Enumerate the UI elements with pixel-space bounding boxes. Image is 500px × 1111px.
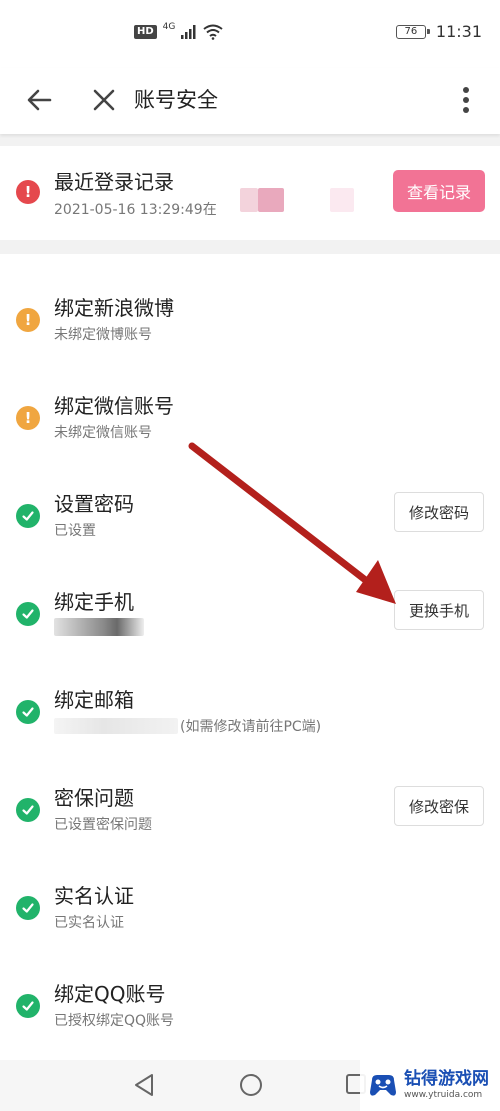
- change-phone-button[interactable]: 更换手机: [394, 590, 484, 630]
- warning-icon: !: [16, 308, 40, 332]
- list-item-phone: 绑定手机 更换手机: [0, 548, 500, 646]
- watermark-text: 钻得游戏网 www.ytruida.com: [404, 1069, 489, 1101]
- watermark-name: 钻得游戏网: [404, 1068, 489, 1089]
- hd-badge: HD: [134, 25, 157, 39]
- item-title: 密保问题: [54, 786, 134, 810]
- alert-icon: !: [16, 180, 40, 204]
- item-title: 绑定QQ账号: [54, 982, 166, 1006]
- battery-icon: 76: [395, 24, 430, 39]
- close-icon: [93, 89, 115, 111]
- list-item-security-question: 密保问题 已设置密保问题 修改密保: [0, 744, 500, 842]
- list-item-wechat[interactable]: ! 绑定微信账号 未绑定微信账号: [0, 352, 500, 450]
- back-button[interactable]: [24, 84, 56, 116]
- list-item-qq: 绑定QQ账号 已授权绑定QQ账号: [0, 940, 500, 1038]
- network-type: 4G: [162, 22, 176, 32]
- redacted-location: [330, 188, 354, 212]
- nav-home-button[interactable]: [238, 1072, 264, 1102]
- circle-home-icon: [240, 1074, 262, 1096]
- redacted-location: [240, 188, 258, 212]
- page-title: 账号安全: [134, 88, 218, 112]
- login-record-title: 最近登录记录: [54, 170, 174, 194]
- triangle-back-icon: [135, 1074, 153, 1096]
- status-right: 76 11:31: [395, 22, 482, 41]
- item-title: 绑定邮箱: [54, 688, 134, 712]
- view-records-button[interactable]: 查看记录: [393, 170, 485, 212]
- item-title: 绑定手机: [54, 590, 134, 614]
- check-icon: [16, 700, 40, 724]
- list-item-weibo[interactable]: ! 绑定新浪微博 未绑定微博账号: [0, 254, 500, 352]
- login-record-detail: 2021-05-16 13:29:49在: [54, 202, 217, 218]
- redacted-location: [258, 188, 284, 212]
- redacted-email: [54, 718, 178, 734]
- status-indicators: HD 4G: [134, 22, 223, 40]
- more-vertical-icon: [463, 87, 469, 113]
- status-bar: HD 4G 76 11:31: [0, 0, 500, 68]
- check-icon: [16, 896, 40, 920]
- watermark: 钻得游戏网 www.ytruida.com: [360, 1058, 500, 1111]
- change-password-button[interactable]: 修改密码: [394, 492, 484, 532]
- item-title: 实名认证: [54, 884, 134, 908]
- watermark-url: www.ytruida.com: [404, 1089, 483, 1100]
- title-bar: 账号安全: [0, 68, 500, 134]
- item-title: 设置密码: [54, 492, 134, 516]
- item-subtitle: 未绑定微信账号: [54, 425, 152, 441]
- close-button[interactable]: [88, 84, 120, 116]
- item-subtitle: 已设置: [54, 523, 96, 539]
- item-subtitle: (如需修改请前往PC端): [180, 719, 322, 735]
- check-icon: [16, 602, 40, 626]
- login-record-card: ! 最近登录记录 2021-05-16 13:29:49在 查看记录: [0, 146, 500, 240]
- change-security-question-button[interactable]: 修改密保: [394, 786, 484, 826]
- gamepad-logo-icon: [370, 1074, 396, 1096]
- more-options-button[interactable]: [452, 82, 480, 118]
- item-subtitle: 已授权绑定QQ账号: [54, 1013, 175, 1029]
- list-item-email: 绑定邮箱 (如需修改请前往PC端): [0, 646, 500, 744]
- security-items-list: ! 绑定新浪微博 未绑定微博账号 ! 绑定微信账号 未绑定微信账号 设置密码 已…: [0, 254, 500, 1060]
- check-icon: [16, 798, 40, 822]
- clock: 11:31: [435, 22, 482, 41]
- redacted-phone-number: [54, 618, 144, 636]
- wifi-icon: [203, 24, 223, 40]
- list-item-password: 设置密码 已设置 修改密码: [0, 450, 500, 548]
- item-subtitle: 未绑定微博账号: [54, 327, 152, 343]
- list-item-real-name: 实名认证 已实名认证: [0, 842, 500, 940]
- check-icon: [16, 994, 40, 1018]
- nav-back-button[interactable]: [132, 1072, 156, 1102]
- item-subtitle: 已实名认证: [54, 915, 124, 931]
- arrow-left-icon: [27, 89, 52, 111]
- signal-icon: [181, 25, 196, 39]
- warning-icon: !: [16, 406, 40, 430]
- item-title: 绑定新浪微博: [54, 296, 174, 320]
- item-subtitle: 已设置密保问题: [54, 817, 152, 833]
- check-icon: [16, 504, 40, 528]
- item-title: 绑定微信账号: [54, 394, 174, 418]
